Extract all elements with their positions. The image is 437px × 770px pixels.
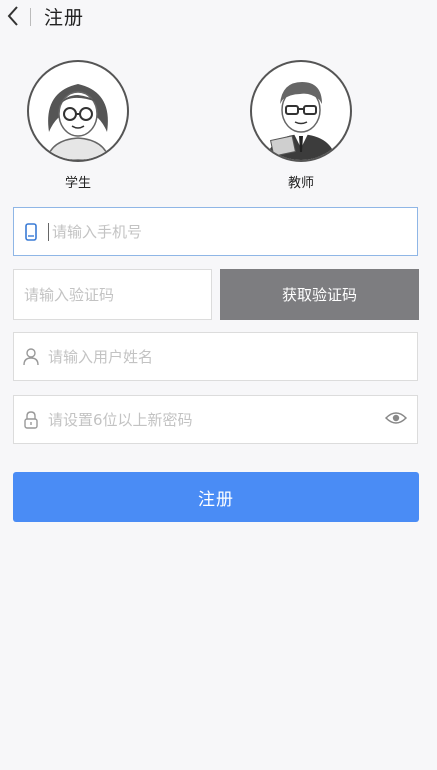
text-caret <box>48 222 49 241</box>
phone-input[interactable]: 请输入手机号 <box>13 207 418 256</box>
get-code-button[interactable]: 获取验证码 <box>220 269 419 320</box>
code-placeholder: 请输入验证码 <box>24 286 115 304</box>
header-divider <box>30 8 31 26</box>
student-avatar <box>27 60 129 162</box>
name-input[interactable]: 请输入用户姓名 <box>13 332 418 381</box>
role-teacher-label: 教师 <box>287 176 314 191</box>
password-placeholder: 请设置6位以上新密码 <box>48 411 193 429</box>
register-button[interactable]: 注册 <box>13 472 419 522</box>
password-input[interactable]: 请设置6位以上新密码 <box>13 395 418 444</box>
page-title: 注册 <box>44 7 85 29</box>
role-teacher[interactable]: 教师 <box>250 60 352 191</box>
phone-placeholder: 请输入手机号 <box>52 223 143 241</box>
header-bar: 注册 <box>0 0 437 36</box>
name-placeholder: 请输入用户姓名 <box>48 348 154 366</box>
role-student[interactable]: 学生 <box>27 60 129 191</box>
teacher-avatar <box>250 60 352 162</box>
role-student-label: 学生 <box>64 176 91 191</box>
lock-icon <box>14 410 48 429</box>
phone-icon <box>14 222 48 241</box>
eye-icon[interactable] <box>384 410 408 430</box>
back-icon[interactable] <box>2 4 24 28</box>
user-icon <box>14 347 48 366</box>
verification-code-input[interactable]: 请输入验证码 <box>13 269 212 320</box>
